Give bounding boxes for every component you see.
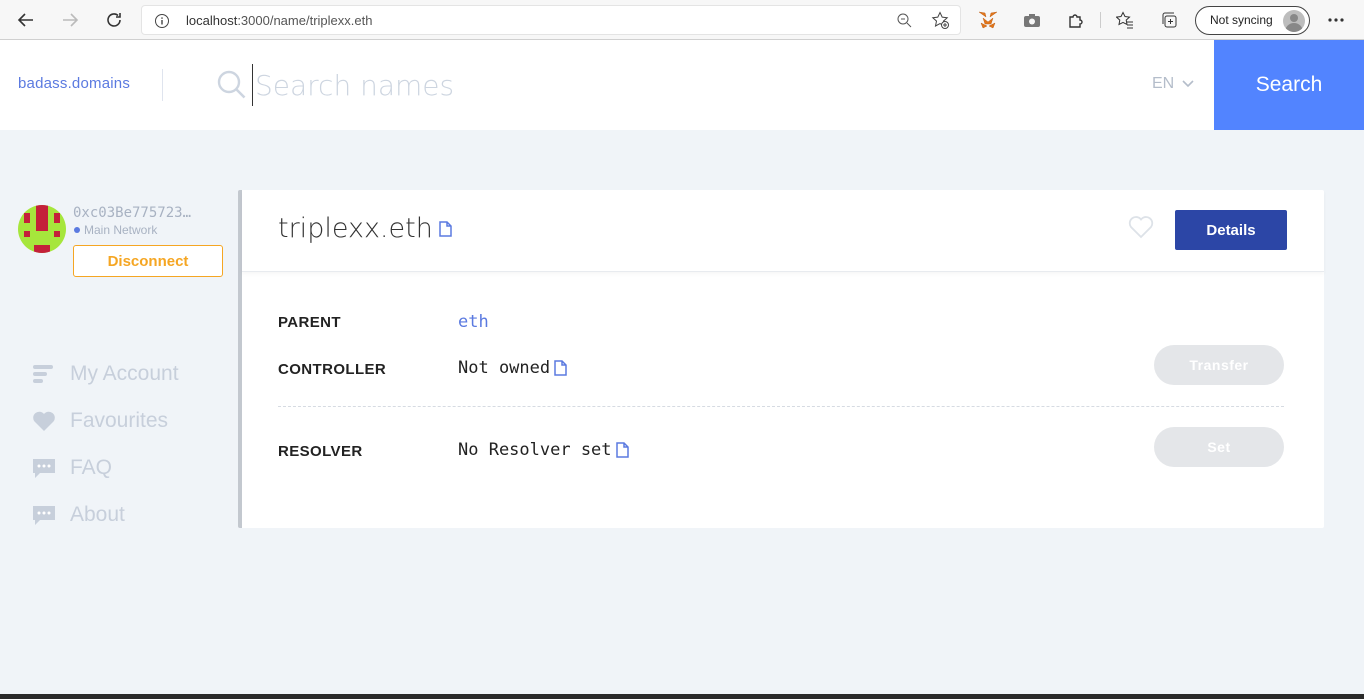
- account-address: 0xc03Be775723…: [73, 205, 192, 221]
- search-button[interactable]: Search: [1214, 40, 1364, 130]
- details-button[interactable]: Details: [1175, 210, 1287, 250]
- sync-status-label: Not syncing: [1210, 13, 1273, 27]
- sidebar-item-label: My Account: [70, 362, 179, 385]
- network-indicator: Main Network: [74, 223, 157, 237]
- row-separator: [278, 406, 1284, 407]
- metamask-icon[interactable]: [977, 9, 999, 31]
- copy-icon[interactable]: [615, 442, 629, 458]
- taskbar-edge: [0, 694, 1364, 699]
- resolver-value: No Resolver set: [458, 440, 629, 460]
- sidebar-item-label: About: [70, 503, 125, 526]
- profile-sync-button[interactable]: Not syncing: [1195, 6, 1310, 35]
- chat-icon: [32, 503, 56, 527]
- refresh-icon[interactable]: [102, 8, 126, 32]
- domain-card-header: triplexx.eth Details: [242, 190, 1324, 272]
- back-icon[interactable]: [14, 8, 38, 32]
- language-selector[interactable]: EN: [1152, 75, 1194, 93]
- extensions-icon[interactable]: [1065, 9, 1087, 31]
- app-header: badass.domains EN Search: [0, 40, 1364, 130]
- search-input[interactable]: [252, 64, 1112, 106]
- domain-title: triplexx.eth: [278, 213, 452, 244]
- copy-icon[interactable]: [554, 360, 567, 376]
- language-label: EN: [1152, 75, 1175, 92]
- header-divider: [162, 69, 163, 101]
- parent-value: eth: [458, 312, 489, 332]
- sidebar-item-faq[interactable]: FAQ: [32, 456, 112, 480]
- controller-value-text: Not owned: [458, 358, 551, 378]
- parent-label: PARENT: [278, 314, 341, 331]
- chat-icon: [32, 456, 56, 480]
- parent-link[interactable]: eth: [458, 312, 489, 332]
- toolbar-divider: [1100, 12, 1101, 28]
- sidebar-item-label: FAQ: [70, 456, 113, 479]
- copy-icon[interactable]: [439, 220, 452, 237]
- search-icon: [217, 70, 247, 100]
- favorites-icon[interactable]: [1114, 9, 1136, 31]
- disconnect-button[interactable]: Disconnect: [73, 245, 223, 277]
- sidebar-item-my-account[interactable]: My Account: [32, 362, 179, 386]
- more-menu-icon[interactable]: [1325, 9, 1347, 31]
- chevron-down-icon: [1182, 80, 1194, 88]
- url-path: :3000/name/triplexx.eth: [237, 13, 373, 28]
- controller-value: Not owned: [458, 358, 567, 378]
- heart-icon: [32, 409, 56, 433]
- brand-link[interactable]: badass.domains: [18, 75, 130, 92]
- transfer-button[interactable]: Transfer: [1154, 345, 1284, 385]
- set-resolver-button[interactable]: Set: [1154, 427, 1284, 467]
- network-label: Main Network: [84, 223, 158, 237]
- account-avatar: [18, 205, 66, 253]
- domain-card: triplexx.eth Details PARENT eth CONTROLL…: [238, 190, 1324, 528]
- sidebar-item-about[interactable]: About: [32, 503, 125, 527]
- address-bar[interactable]: localhost:3000/name/triplexx.eth: [141, 5, 961, 35]
- info-icon[interactable]: [154, 13, 170, 34]
- camera-icon[interactable]: [1021, 9, 1043, 31]
- browser-toolbar: localhost:3000/name/triplexx.eth Not syn…: [0, 0, 1364, 40]
- account-list-icon: [32, 362, 56, 386]
- url-host: localhost: [186, 13, 238, 28]
- collections-icon[interactable]: [1158, 9, 1180, 31]
- zoom-icon[interactable]: [896, 12, 912, 33]
- domain-name: triplexx.eth: [278, 213, 433, 244]
- controller-label: CONTROLLER: [278, 361, 387, 378]
- network-dot-icon: [74, 227, 80, 233]
- sidebar-item-label: Favourites: [70, 409, 169, 432]
- profile-avatar-icon: [1283, 10, 1305, 32]
- sidebar-item-favourites[interactable]: Favourites: [32, 409, 168, 433]
- url-text: localhost:3000/name/triplexx.eth: [186, 13, 372, 28]
- add-favorite-icon[interactable]: [931, 11, 949, 34]
- favourite-heart-icon[interactable]: [1128, 215, 1154, 239]
- resolver-label: RESOLVER: [278, 443, 363, 460]
- forward-icon[interactable]: [58, 8, 82, 32]
- resolver-value-text: No Resolver set: [458, 440, 612, 460]
